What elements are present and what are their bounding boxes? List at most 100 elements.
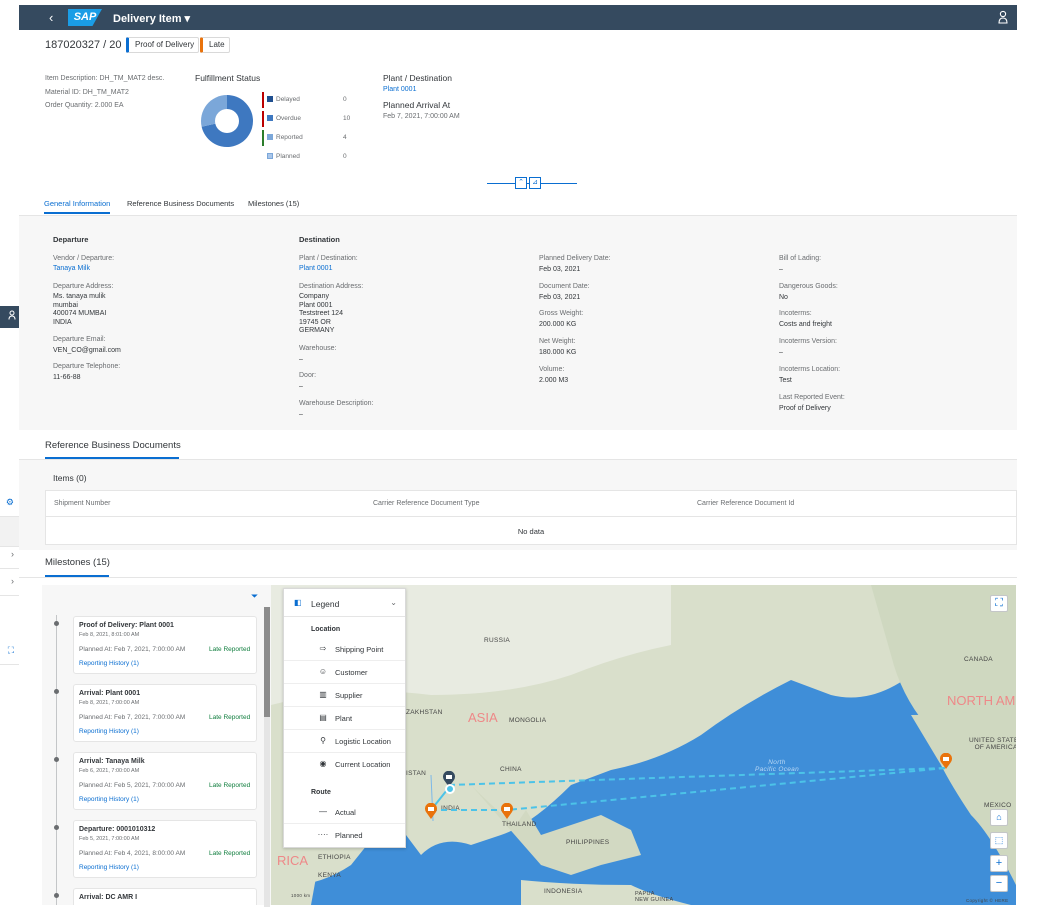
item-description: Item Description: DH_TM_MAT2 desc. <box>45 75 165 82</box>
reporting-history-link[interactable]: Reporting History (1) <box>79 728 139 735</box>
customer-icon: ☺ <box>318 667 328 676</box>
legend-item-customer: ☺ Customer <box>284 661 405 684</box>
milestones-header: Milestones (15) <box>19 550 1017 585</box>
legend-item-shipping-point: ⇨ Shipping Point <box>284 638 405 661</box>
items-table-panel: Items (0) Shipment Number Carrier Refere… <box>19 460 1017 550</box>
user-icon[interactable] <box>997 10 1009 24</box>
legend-planned: Planned 0 <box>265 153 347 167</box>
milestone-card[interactable]: Arrival: Plant 0001 Feb 8, 2021, 7:00:00… <box>73 684 257 742</box>
warehouse-description-value: – <box>299 411 303 418</box>
supplier-marker[interactable] <box>424 802 438 820</box>
no-data-text: No data <box>517 527 545 536</box>
column-carrier-reference-document-id[interactable]: Carrier Reference Document Id <box>697 500 794 507</box>
plant-destination-link[interactable]: Plant 0001 <box>383 86 416 93</box>
material-id: Material ID: DH_TM_MAT2 <box>45 89 129 96</box>
supplier-icon: ▥ <box>319 690 327 699</box>
map-legend: ◧ Legend ⌄ Location ⇨ Shipping Point ☺ Cus… <box>283 588 406 848</box>
plant-icon: ▤ <box>319 713 327 722</box>
milestone-card[interactable]: Arrival: Tanaya Milk Feb 6, 2021, 7:00:0… <box>73 752 257 810</box>
logistic-location-icon: ⚲ <box>320 736 326 745</box>
milestones-scrollbar[interactable] <box>264 607 270 907</box>
net-weight-label: Net Weight: <box>539 338 576 345</box>
plant-destination-label: Plant / Destination <box>383 73 452 83</box>
current-location-marker[interactable] <box>445 784 455 794</box>
last-reported-event-value: Proof of Delivery <box>779 405 831 412</box>
map-fullscreen-button[interactable]: ⛶ <box>990 595 1008 612</box>
fulfillment-status-title: Fulfillment Status <box>195 73 261 83</box>
filter-icon[interactable]: ⏷ <box>251 591 258 602</box>
door-value: – <box>299 383 303 390</box>
tab-reference-business-documents[interactable]: Reference Business Documents <box>127 199 234 208</box>
bill-of-lading-value: – <box>779 266 783 273</box>
departure-address-label: Departure Address: <box>53 283 114 290</box>
milestone-date: Feb 6, 2021, 7:00:00 AM <box>79 768 140 774</box>
legend-item-current-location: ◉ Current Location <box>284 753 405 776</box>
destination-marker[interactable] <box>939 752 953 770</box>
side-expand-1[interactable]: › <box>0 549 19 569</box>
side-expand-2[interactable]: › <box>0 576 19 596</box>
milestone-date: Feb 5, 2021, 7:00:00 AM <box>79 836 140 842</box>
departure-telephone-value: 11-66-88 <box>53 374 81 381</box>
milestone-card[interactable]: Arrival: DC AMR I <box>73 888 257 905</box>
milestones-title: Milestones (15) <box>45 557 110 568</box>
volume-value: 2.000 M3 <box>539 377 569 384</box>
map-rect-zoom-button[interactable]: ⬚ <box>990 832 1008 849</box>
header-collapse-controls: ⌃ ⊿ <box>487 177 577 189</box>
object-title: 187020327 / 20 <box>45 39 122 51</box>
legend-route-heading: Route <box>311 789 331 796</box>
milestone-card[interactable]: Proof of Delivery: Plant 0001 Feb 8, 202… <box>73 616 257 674</box>
chevron-down-icon[interactable]: ⌄ <box>390 598 397 607</box>
current-location-icon: ◉ <box>319 759 327 768</box>
milestone-title: Departure: 0001010312 <box>79 826 156 833</box>
volume-label: Volume: <box>539 366 565 373</box>
gross-weight-value: 200.000 KG <box>539 321 577 328</box>
gross-weight-label: Gross Weight: <box>539 310 584 317</box>
planned-route-line <box>448 767 947 786</box>
milestone-planned: Planned At: Feb 4, 2021, 8:00:00 AM <box>79 850 186 857</box>
destination-heading: Destination <box>299 235 340 244</box>
column-carrier-reference-document-type[interactable]: Carrier Reference Document Type <box>373 500 479 507</box>
items-table: Shipment Number Carrier Reference Docume… <box>45 490 1017 545</box>
tab-general-information[interactable]: General Information <box>44 199 111 214</box>
map-home-button[interactable]: ⌂ <box>990 809 1008 826</box>
milestone-planned: Planned At: Feb 5, 2021, 7:00:00 AM <box>79 782 186 789</box>
dangerous-goods-label: Dangerous Goods: <box>779 283 838 290</box>
side-settings-icon[interactable]: ⚙ <box>0 497 19 517</box>
warehouse-description-label: Warehouse Description: <box>299 400 374 407</box>
pin-header-button[interactable]: ⊿ <box>529 177 541 189</box>
milestone-card[interactable]: Departure: 0001010312 Feb 5, 2021, 7:00:… <box>73 820 257 878</box>
icon-tab-bar: General Information Reference Business D… <box>19 196 1017 216</box>
map-zoom-in-button[interactable]: + <box>990 855 1008 872</box>
side-user-icon[interactable] <box>0 306 19 328</box>
reporting-history-link[interactable]: Reporting History (1) <box>79 864 139 871</box>
milestone-status: Late Reported <box>209 782 251 789</box>
milestone-status: Late Reported <box>209 714 251 721</box>
last-reported-event-label: Last Reported Event: <box>779 394 845 401</box>
object-header: 187020327 / 20 Proof of Delivery Late It… <box>19 30 1017 216</box>
general-information-section: Departure Destination Vendor / Departure… <box>19 216 1017 430</box>
incoterms-label: Incoterms: <box>779 310 812 317</box>
collapse-header-button[interactable]: ⌃ <box>515 177 527 189</box>
milestone-planned: Planned At: Feb 7, 2021, 7:00:00 AM <box>79 646 186 653</box>
fulfillment-donut-chart <box>201 95 253 147</box>
warehouse-value: – <box>299 356 303 363</box>
reporting-history-link[interactable]: Reporting History (1) <box>79 660 139 667</box>
column-shipment-number[interactable]: Shipment Number <box>54 500 110 507</box>
tab-milestones[interactable]: Milestones (15) <box>248 199 299 208</box>
back-button[interactable]: ‹ <box>49 10 53 25</box>
vendor-link[interactable]: Tanaya Milk <box>53 265 90 272</box>
milestone-date: Feb 8, 2021, 8:01:00 AM <box>79 632 140 638</box>
plant-marker-2[interactable] <box>500 802 514 820</box>
map-zoom-out-button[interactable]: − <box>990 875 1008 892</box>
legend-reported: Reported 4 <box>262 130 347 148</box>
legend-header[interactable]: ◧ Legend ⌄ <box>284 589 405 617</box>
side-fullscreen-icon[interactable]: ⛶ <box>0 645 19 665</box>
app-title-menu[interactable]: Delivery Item ▾ <box>113 12 190 25</box>
reporting-history-link[interactable]: Reporting History (1) <box>79 796 139 803</box>
departure-telephone-label: Departure Telephone: <box>53 363 121 370</box>
planned-arrival-label: Planned Arrival At <box>383 100 451 110</box>
document-date-label: Document Date: <box>539 283 590 290</box>
sap-logo[interactable]: SAP <box>68 9 102 26</box>
plant-destination-link-2[interactable]: Plant 0001 <box>299 265 332 272</box>
dotted-line-icon: ···· <box>317 830 329 839</box>
